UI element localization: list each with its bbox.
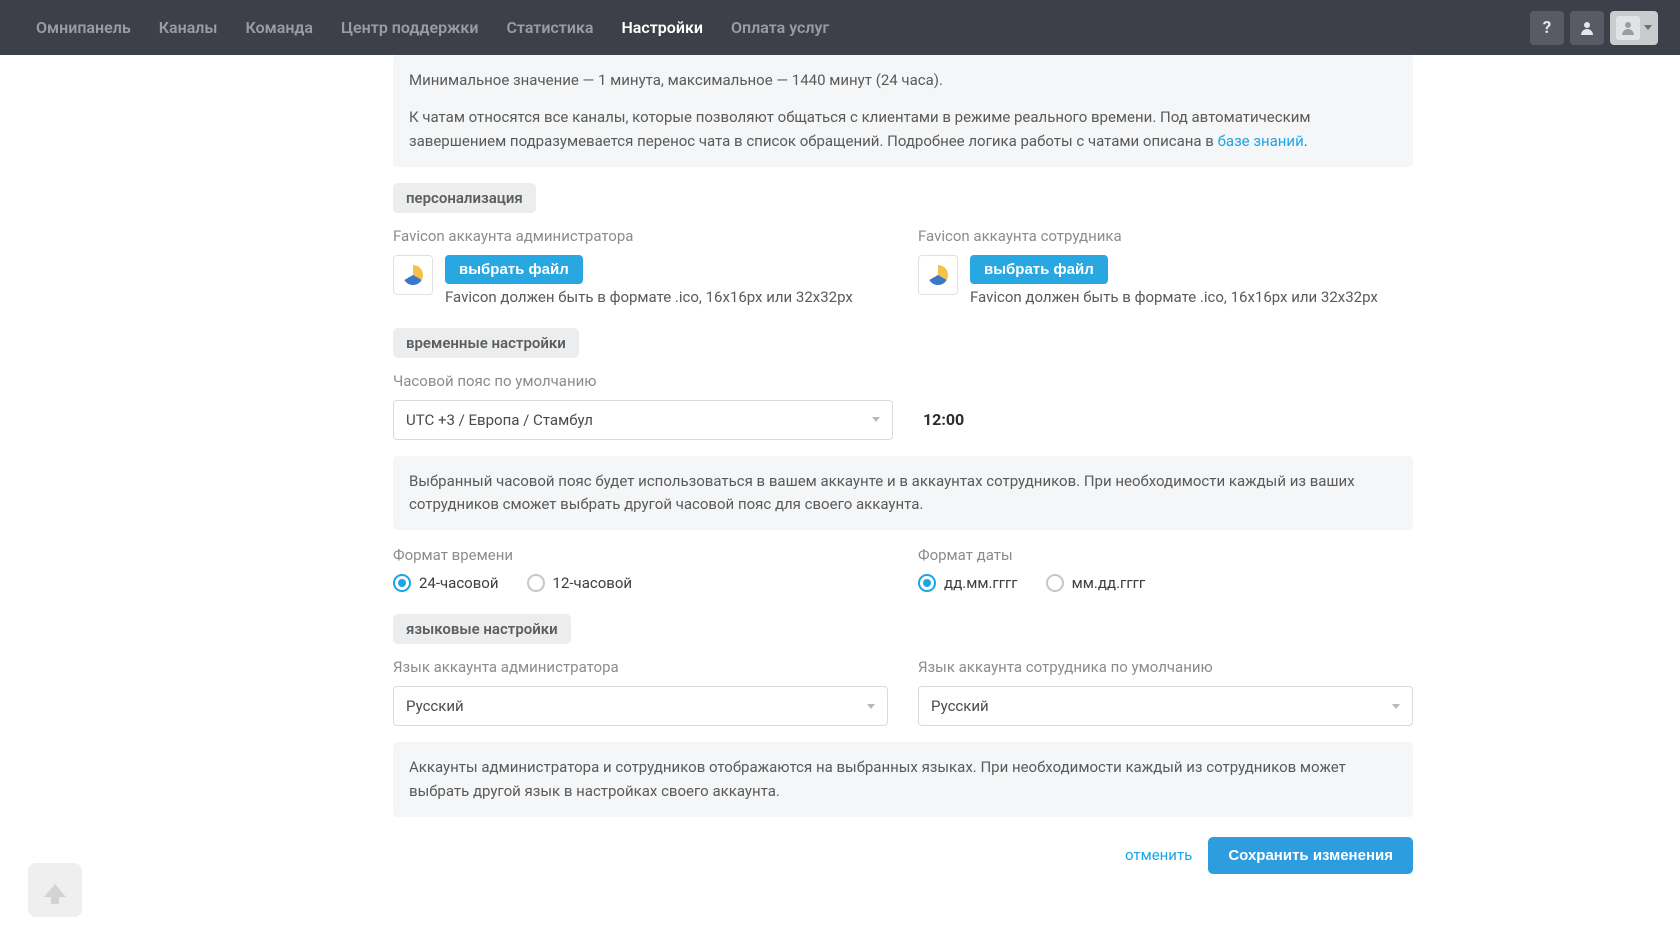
help-button[interactable]: ?	[1530, 11, 1564, 45]
timezone-info-box: Выбранный часовой пояс будет использоват…	[393, 456, 1413, 531]
top-navigation: Омнипанель Каналы Команда Центр поддержк…	[0, 0, 1680, 55]
knowledge-base-link[interactable]: базе знаний	[1218, 132, 1304, 150]
employee-lang-label: Язык аккаунта сотрудника по умолчанию	[918, 658, 1413, 676]
date-format-group: дд.мм.гггг мм.дд.гггг	[918, 574, 1413, 592]
employee-favicon-choose-button[interactable]: выбрать файл	[970, 255, 1108, 284]
admin-lang-value: Русский	[406, 697, 464, 715]
chat-info-line2: К чатам относятся все каналы, которые по…	[409, 106, 1397, 153]
nav-left: Омнипанель Каналы Команда Центр поддержк…	[22, 0, 843, 55]
chevron-down-icon	[1644, 25, 1652, 30]
time-format-12h-radio[interactable]: 12-часовой	[527, 574, 633, 592]
avatar	[1616, 16, 1640, 40]
favicon-icon	[403, 265, 423, 285]
account-menu-button[interactable]	[1610, 11, 1658, 45]
employee-favicon-hint: Favicon должен быть в формате .ico, 16x1…	[970, 288, 1413, 306]
admin-favicon-preview	[393, 255, 433, 295]
nav-omnipanel[interactable]: Омнипанель	[22, 0, 145, 55]
save-button[interactable]: Сохранить изменения	[1208, 837, 1413, 874]
date-format-mdy-label: мм.дд.гггг	[1072, 574, 1146, 592]
admin-lang-select[interactable]: Русский	[393, 686, 888, 726]
section-time-settings: временные настройки	[393, 328, 579, 358]
nav-team[interactable]: Команда	[231, 0, 327, 55]
help-icon: ?	[1543, 18, 1551, 38]
scroll-to-top-button[interactable]	[28, 863, 82, 917]
person-icon	[1579, 20, 1595, 36]
time-format-12h-label: 12-часовой	[553, 574, 633, 592]
employee-favicon-label: Favicon аккаунта сотрудника	[918, 227, 1413, 245]
time-format-group: 24-часовой 12-часовой	[393, 574, 888, 592]
employee-lang-value: Русский	[931, 697, 989, 715]
date-format-label: Формат даты	[918, 546, 1413, 564]
favicon-icon	[928, 265, 948, 285]
cancel-link[interactable]: отменить	[1125, 846, 1192, 864]
admin-favicon-label: Favicon аккаунта администратора	[393, 227, 888, 245]
chat-info-line1: Минимальное значение — 1 минута, максима…	[409, 69, 1397, 92]
employee-lang-select[interactable]: Русский	[918, 686, 1413, 726]
time-format-label: Формат времени	[393, 546, 888, 564]
chevron-down-icon	[867, 704, 875, 709]
timezone-value: UTC +3 / Европа / Стамбул	[406, 411, 593, 429]
lang-info-box: Аккаунты администратора и сотрудников от…	[393, 742, 1413, 817]
chevron-down-icon	[872, 417, 880, 422]
time-format-24h-radio[interactable]: 24-часовой	[393, 574, 499, 592]
time-format-24h-label: 24-часовой	[419, 574, 499, 592]
employee-favicon-preview	[918, 255, 958, 295]
chat-info-box: Минимальное значение — 1 минута, максима…	[393, 55, 1413, 167]
section-lang-settings: языковые настройки	[393, 614, 571, 644]
nav-billing[interactable]: Оплата услуг	[717, 0, 843, 55]
profile-button[interactable]	[1570, 11, 1604, 45]
nav-channels[interactable]: Каналы	[145, 0, 232, 55]
nav-support-center[interactable]: Центр поддержки	[327, 0, 492, 55]
timezone-info-text: Выбранный часовой пояс будет использоват…	[409, 472, 1355, 513]
date-format-dmy-label: дд.мм.гггг	[944, 574, 1018, 592]
arrow-up-icon	[44, 884, 66, 897]
admin-favicon-choose-button[interactable]: выбрать файл	[445, 255, 583, 284]
timezone-select[interactable]: UTC +3 / Европа / Стамбул	[393, 400, 893, 440]
nav-statistics[interactable]: Статистика	[492, 0, 607, 55]
date-format-dmy-radio[interactable]: дд.мм.гггг	[918, 574, 1018, 592]
main-content: Минимальное значение — 1 минута, максима…	[383, 55, 1423, 914]
chevron-down-icon	[1392, 704, 1400, 709]
current-time-display: 12:00	[923, 410, 964, 429]
chat-info-text: К чатам относятся все каналы, которые по…	[409, 108, 1311, 149]
timezone-label: Часовой пояс по умолчанию	[393, 372, 1413, 390]
footer-actions: отменить Сохранить изменения	[393, 837, 1413, 874]
lang-info-text: Аккаунты администратора и сотрудников от…	[409, 758, 1346, 799]
admin-favicon-hint: Favicon должен быть в формате .ico, 16x1…	[445, 288, 888, 306]
date-format-mdy-radio[interactable]: мм.дд.гггг	[1046, 574, 1146, 592]
admin-lang-label: Язык аккаунта администратора	[393, 658, 888, 676]
chat-info-text-end: .	[1304, 132, 1308, 150]
nav-right: ?	[1530, 11, 1658, 45]
nav-settings[interactable]: Настройки	[607, 0, 717, 55]
avatar-icon	[1620, 20, 1636, 36]
section-personalization: персонализация	[393, 183, 536, 213]
